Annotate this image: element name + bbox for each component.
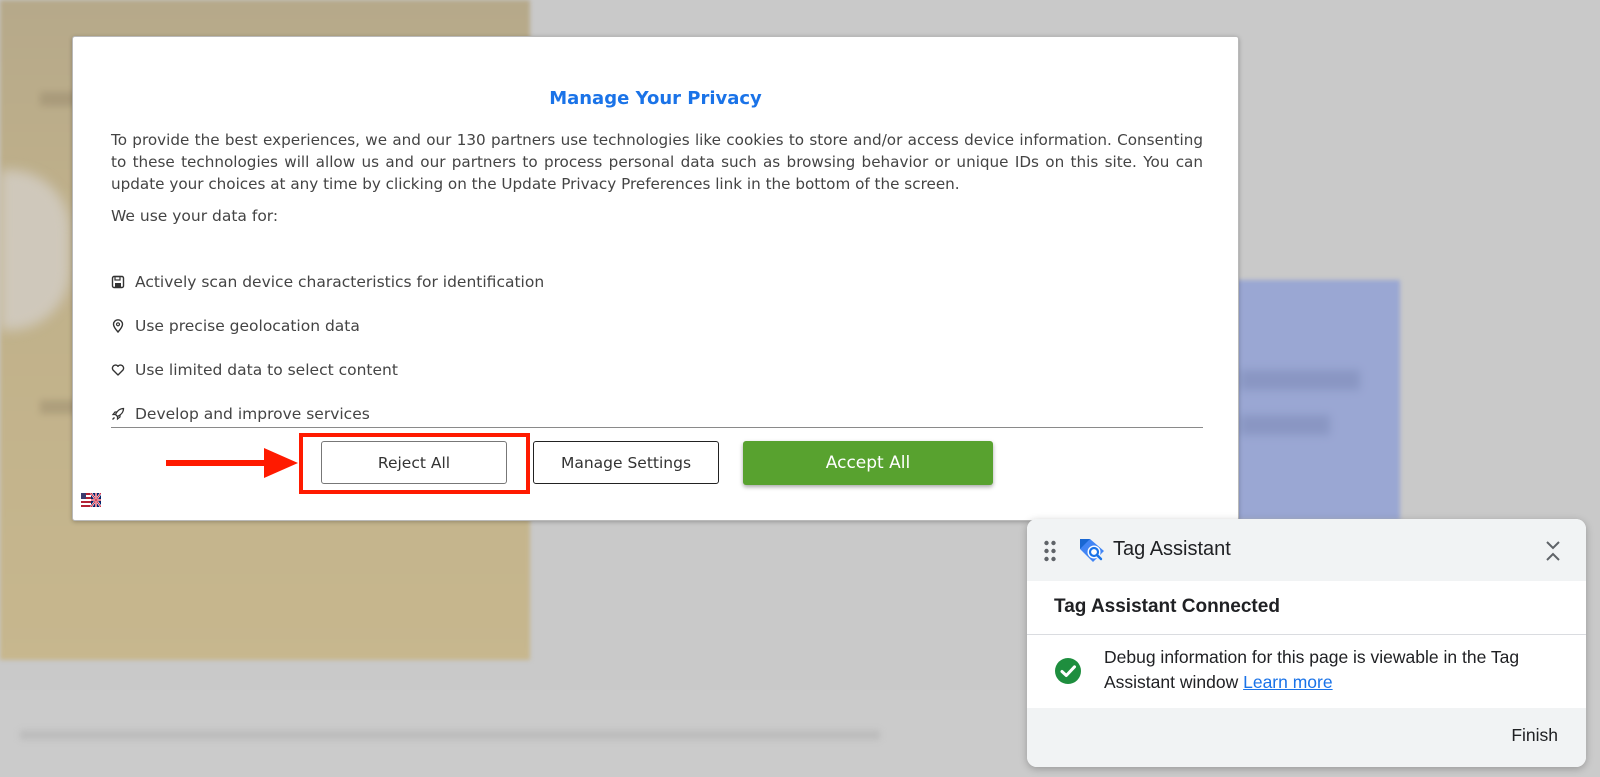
annotation-arrow (166, 448, 298, 478)
save-icon (111, 275, 125, 289)
manage-settings-button[interactable]: Manage Settings (533, 441, 719, 484)
purpose-label: Actively scan device characteristics for… (135, 273, 545, 291)
tag-assistant-panel: Tag Assistant Tag Assistant Connected De… (1027, 519, 1586, 767)
collapse-expand-icon[interactable] (1544, 538, 1562, 564)
language-flag-icon[interactable] (81, 493, 101, 507)
check-circle-icon (1055, 658, 1081, 684)
purpose-list: Actively scan device characteristics for… (111, 260, 911, 436)
annotation-highlight-box (299, 433, 530, 494)
debug-info-message: Debug information for this page is viewa… (1104, 645, 1564, 695)
connection-status: Tag Assistant Connected (1054, 596, 1280, 617)
purpose-label: Use limited data to select content (135, 361, 398, 379)
background-blur-text (1240, 415, 1330, 435)
purpose-item: Actively scan device characteristics for… (111, 260, 911, 304)
dialog-title: Manage Your Privacy (549, 88, 762, 109)
panel-divider (1027, 634, 1586, 635)
drag-handle-icon[interactable] (1043, 540, 1057, 562)
dialog-divider (111, 427, 1203, 428)
data-use-label: We use your data for: (111, 207, 279, 225)
accept-all-button[interactable]: Accept All (743, 441, 993, 485)
rocket-icon (111, 407, 125, 421)
dialog-description: To provide the best experiences, we and … (111, 131, 1203, 193)
purpose-label: Develop and improve services (135, 405, 370, 423)
tag-assistant-logo-icon (1080, 539, 1104, 562)
tag-assistant-title: Tag Assistant (1113, 538, 1231, 560)
background-blur-text (1240, 370, 1360, 390)
background-blur-text (20, 730, 880, 740)
learn-more-link[interactable]: Learn more (1243, 672, 1333, 692)
location-pin-icon (111, 319, 125, 333)
finish-button[interactable]: Finish (1511, 725, 1558, 746)
purpose-item: Use precise geolocation data (111, 304, 911, 348)
tag-assistant-header: Tag Assistant (1027, 519, 1586, 581)
purpose-item: Develop and improve services (111, 392, 911, 436)
tag-assistant-footer: Finish (1027, 708, 1586, 767)
purpose-label: Use precise geolocation data (135, 317, 360, 335)
purpose-item: Use limited data to select content (111, 348, 911, 392)
heart-icon (111, 363, 125, 377)
